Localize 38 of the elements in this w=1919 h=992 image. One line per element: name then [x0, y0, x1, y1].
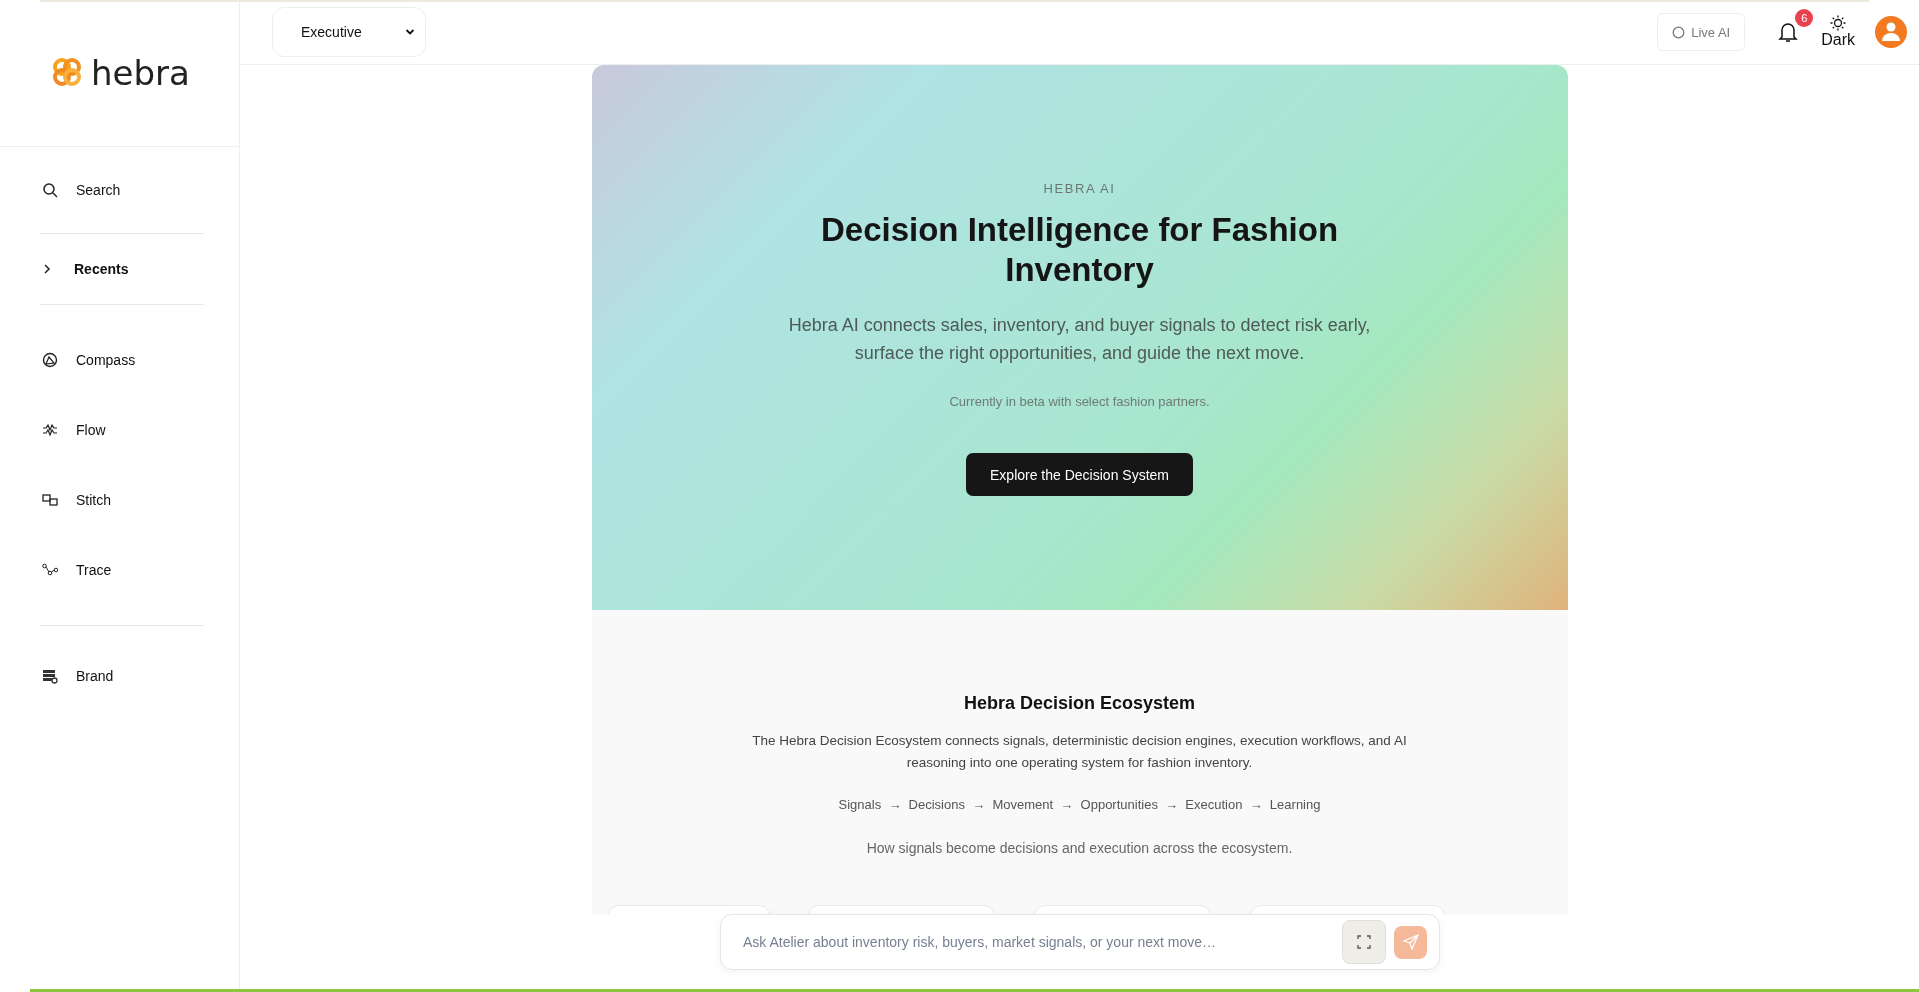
logo: hebra [0, 0, 239, 147]
search-icon [42, 182, 58, 198]
chat-box[interactable]: Ask Atelier about inventory risk, buyers, market signals, or your next move… [720, 914, 1440, 970]
hero-description: Hebra AI connects sales, inventory, and buyer signals to detect risk early, surface the right opportunities, and guide the next move. [787, 313, 1372, 366]
stack-icon [42, 668, 58, 684]
wave-icon [42, 422, 58, 438]
chevron-icon [42, 263, 52, 275]
nodes-icon [42, 562, 58, 578]
notification-badge: 6 [1795, 9, 1814, 27]
chevron-down-icon [405, 28, 415, 36]
sidebar-item[interactable]: Flow [0, 395, 239, 465]
hero-title: Decision Intelligence for Fashion Inventory [819, 210, 1340, 291]
expand-icon [1357, 935, 1371, 949]
hero-eyebrow: HEBRA AI [1043, 181, 1116, 196]
explore-button[interactable]: Explore the Decision System [966, 453, 1193, 497]
sidebar-item[interactable]: Search [0, 147, 239, 233]
sun-icon [1830, 15, 1847, 31]
sidebar-item[interactable]: Recents [0, 234, 239, 304]
role-select[interactable]: Executive [272, 7, 426, 57]
flow-steps: Signals → Decisions → Movement → Opportunities → Execution → Learning [838, 797, 1321, 813]
sidebar-item[interactable]: Stitch [0, 465, 239, 535]
section-title: Hebra Decision Ecosystem [963, 693, 1196, 714]
theme-toggle[interactable]: Dark [1821, 15, 1855, 49]
bell-icon [1778, 21, 1799, 43]
squares-icon [42, 492, 58, 508]
section-description: The Hebra Decision Ecosystem connects signals, deterministic decision engines, execution workflows, and AI reasoning into one operating system for fashion inventory. [751, 732, 1408, 772]
live-ai-button[interactable]: Live AI [1657, 13, 1746, 51]
circle-icon [1672, 25, 1686, 39]
sidebar-item[interactable]: Brand [0, 641, 239, 711]
send-icon [1402, 934, 1419, 950]
hero-note: Currently in beta with select fashion partners. [949, 394, 1210, 410]
sidebar-item[interactable]: Compass [0, 325, 239, 395]
avatar-icon[interactable] [1875, 16, 1907, 48]
expand-button[interactable] [1342, 920, 1386, 964]
section-caption: How signals become decisions and execution across the ecosystem. [866, 840, 1293, 857]
compass-icon [42, 352, 58, 368]
chat-input-field[interactable]: Ask Atelier about inventory risk, buyers, market signals, or your next move… [741, 933, 1334, 951]
sidebar-item[interactable]: Trace [0, 535, 239, 605]
